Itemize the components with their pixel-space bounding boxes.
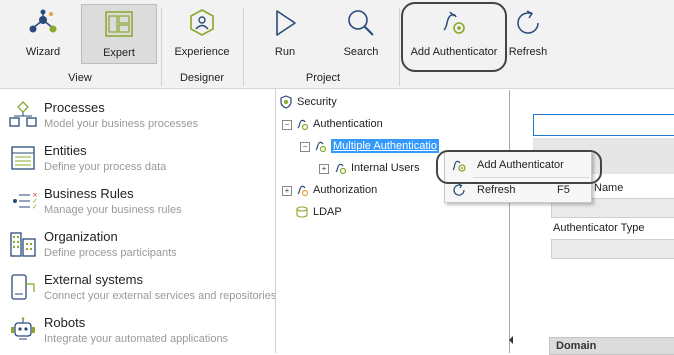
- nav-subtitle: Define process participants: [44, 247, 177, 259]
- nav-item-external-systems[interactable]: External systems Connect your external s…: [0, 266, 277, 309]
- menu-item-shortcut: F5: [557, 184, 570, 196]
- security-tree: Security − Authentication − Multiple Aut…: [276, 90, 513, 353]
- nav-title: Business Rules: [44, 186, 134, 201]
- refresh-label: Refresh: [508, 46, 548, 58]
- tree-node-internal-users[interactable]: Internal Users: [333, 161, 419, 175]
- nav-title: Organization: [44, 229, 118, 244]
- organization-icon: [10, 232, 36, 257]
- collapse-toggle[interactable]: −: [282, 120, 292, 130]
- nav-title: Robots: [44, 315, 86, 330]
- domain-header: Domain: [549, 337, 674, 355]
- refresh-icon: [453, 183, 465, 196]
- wizard-label: Wizard: [25, 46, 61, 58]
- group-label-view: View: [68, 72, 92, 84]
- group-label-project: Project: [305, 72, 341, 84]
- group-separator: [243, 8, 244, 86]
- run-label: Run: [274, 46, 296, 58]
- external-systems-icon: [11, 274, 35, 300]
- robots-icon: [11, 317, 35, 340]
- entities-icon: [11, 146, 35, 170]
- highlight-ring-ribbon: [401, 2, 507, 72]
- refresh-icon: [517, 10, 539, 34]
- refresh-button[interactable]: Refresh: [504, 4, 552, 62]
- authorization-icon: [297, 185, 309, 197]
- tree-node-security[interactable]: Security: [279, 95, 337, 109]
- nav-item-entities[interactable]: Entities Define your process data: [0, 137, 274, 180]
- tree-node-multiple-authentication[interactable]: Multiple Authenticatio: [313, 138, 439, 153]
- expert-icon: [105, 11, 133, 37]
- highlight-ring-menu: [436, 150, 602, 184]
- authentication-icon: [315, 141, 327, 153]
- navigation-panel: Processes Model your business processes …: [0, 89, 277, 353]
- search-label: Search: [343, 46, 379, 58]
- search-icon: [348, 10, 374, 36]
- group-separator: [399, 8, 400, 86]
- expert-button[interactable]: Expert: [81, 4, 157, 64]
- collapse-toggle[interactable]: −: [300, 142, 310, 152]
- domain-header-label: Domain: [556, 340, 597, 352]
- run-button[interactable]: Run: [256, 4, 314, 62]
- wizard-icon: [29, 9, 57, 33]
- authenticator-type-select[interactable]: [551, 239, 674, 259]
- panel-top-field[interactable]: [533, 114, 674, 136]
- group-label-designer: Designer: [179, 72, 225, 84]
- expert-label: Expert: [103, 47, 135, 59]
- nav-title: Processes: [44, 100, 105, 115]
- business-rules-icon: × ✓ ✓: [13, 191, 38, 211]
- experience-button[interactable]: Experience: [166, 4, 238, 62]
- ldap-icon: [296, 206, 308, 218]
- tree-node-label-selected: Multiple Authenticatio: [331, 138, 439, 153]
- properties-panel: Name Authenticator Type Domain: [515, 90, 674, 355]
- nav-item-business-rules[interactable]: × ✓ ✓ Business Rules Manage your busines…: [0, 180, 274, 223]
- nav-item-robots[interactable]: Robots Integrate your automated applicat…: [0, 309, 274, 352]
- search-button[interactable]: Search: [332, 4, 390, 62]
- nav-subtitle: Integrate your automated applications: [44, 333, 229, 345]
- tree-node-label: Security: [297, 95, 337, 108]
- experience-label: Experience: [174, 46, 230, 58]
- splitter-arrow-icon[interactable]: [509, 336, 513, 344]
- nav-subtitle: Manage your business rules: [44, 204, 182, 216]
- authenticator-type-label: Authenticator Type: [553, 222, 645, 234]
- ribbon-toolbar: Wizard Expert Experience Run Search Add …: [0, 0, 674, 89]
- tree-node-authorization[interactable]: Authorization: [295, 183, 377, 197]
- authentication-icon: [297, 119, 309, 131]
- tree-node-label: Internal Users: [351, 161, 420, 174]
- menu-item-label: Refresh: [477, 184, 516, 196]
- name-label: Name: [594, 182, 624, 194]
- expand-toggle[interactable]: +: [282, 186, 292, 196]
- nav-subtitle: Model your business processes: [44, 118, 199, 130]
- processes-icon: [9, 101, 37, 127]
- tree-node-label: LDAP: [313, 205, 342, 218]
- nav-item-processes[interactable]: Processes Model your business processes: [0, 94, 274, 137]
- nav-title: Entities: [44, 143, 87, 158]
- nav-item-organization[interactable]: Organization Define process participants: [0, 223, 274, 266]
- nav-subtitle: Define your process data: [44, 161, 167, 173]
- tree-node-label: Authorization: [313, 183, 378, 196]
- svg-text:✓: ✓: [32, 203, 38, 211]
- tree-node-authentication[interactable]: Authentication: [295, 117, 383, 131]
- tree-node-label: Authentication: [313, 117, 383, 130]
- tree-node-ldap[interactable]: LDAP: [295, 205, 342, 219]
- shield-icon: [280, 95, 292, 109]
- expand-toggle[interactable]: +: [319, 164, 329, 174]
- authentication-icon: [335, 163, 347, 175]
- nav-title: External systems: [44, 272, 143, 287]
- experience-icon: [190, 9, 214, 36]
- nav-subtitle: Connect your external services and repos…: [44, 290, 277, 302]
- run-icon: [276, 10, 296, 36]
- wizard-button[interactable]: Wizard: [8, 4, 78, 62]
